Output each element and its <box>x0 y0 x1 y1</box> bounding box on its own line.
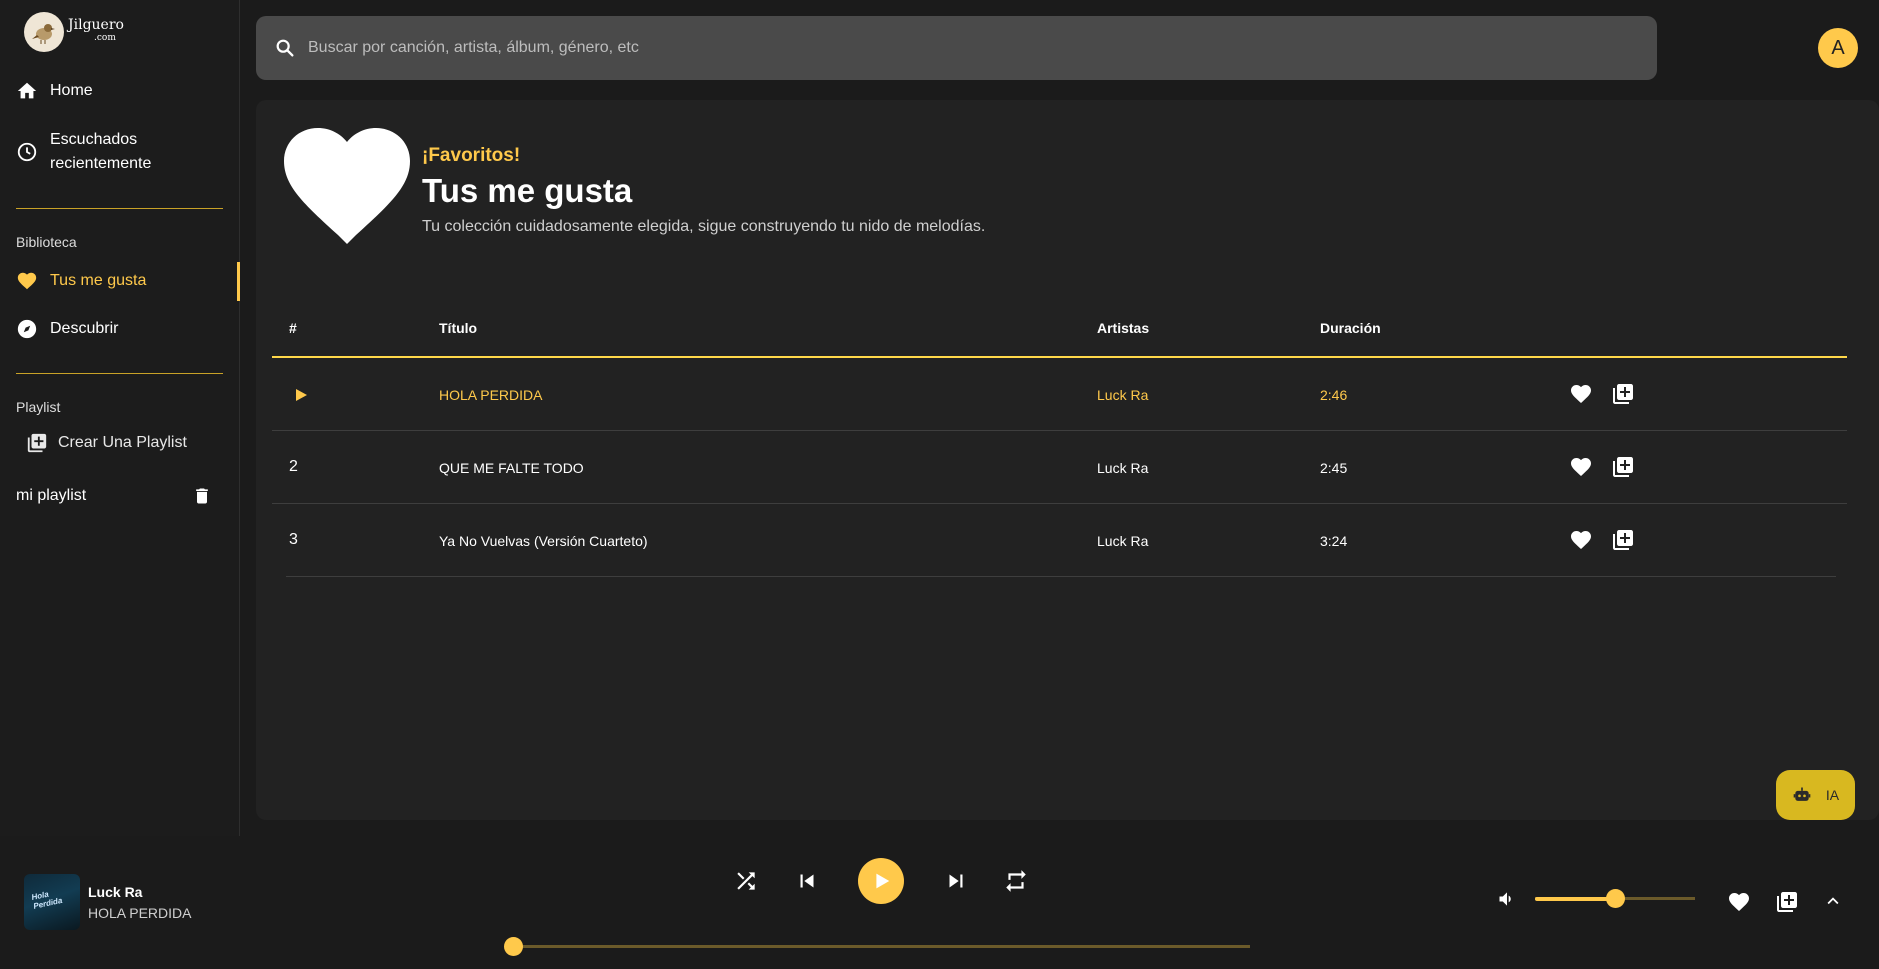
table-header: # Título Artistas Duración <box>272 310 1847 358</box>
brand-name: Jilguero .com <box>68 17 124 45</box>
playlist-add-icon[interactable] <box>1775 890 1799 914</box>
row-actions <box>1569 528 1635 552</box>
playlist-item[interactable]: mi playlist <box>16 486 212 506</box>
sidebar-divider <box>16 373 223 374</box>
heart-icon[interactable] <box>1569 382 1593 406</box>
brand-title: Jilguero <box>68 17 124 33</box>
track-artist[interactable]: Luck Ra <box>1097 533 1148 549</box>
heart-icon[interactable] <box>1569 455 1593 479</box>
row-actions <box>1569 382 1635 406</box>
skip-next-icon[interactable] <box>943 868 969 894</box>
cover-title: Hola Perdida <box>30 889 64 911</box>
playlist-item-label: mi playlist <box>16 487 87 504</box>
avatar[interactable]: A <box>1818 28 1858 68</box>
volume-icon[interactable] <box>1497 889 1517 909</box>
shuffle-icon[interactable] <box>733 868 759 894</box>
playlist-add-icon[interactable] <box>1611 528 1635 552</box>
chevron-up-icon[interactable] <box>1822 890 1844 912</box>
column-number: # <box>289 320 297 336</box>
column-artists: Artistas <box>1097 320 1150 336</box>
heart-icon <box>17 272 37 290</box>
progress-thumb[interactable] <box>504 937 523 956</box>
nav-home-label: Home <box>50 82 93 99</box>
volume-fill <box>1535 897 1615 901</box>
nav-liked-label: Tus me gusta <box>50 272 147 289</box>
nav-home[interactable]: Home <box>16 80 93 102</box>
column-title: Título <box>439 320 478 336</box>
bird-logo-icon <box>24 12 64 52</box>
skip-previous-icon[interactable] <box>794 868 820 894</box>
sidebar: Jilguero .com Home Escuchados recienteme… <box>0 0 240 836</box>
page-eyebrow: ¡Favoritos! <box>422 145 521 166</box>
progress-slider[interactable] <box>504 937 1250 956</box>
search-input[interactable] <box>308 39 1608 57</box>
track-number: 3 <box>289 531 298 548</box>
track-duration: 2:45 <box>1320 460 1348 476</box>
logo[interactable]: Jilguero .com <box>24 12 124 52</box>
track-artist[interactable]: Luck Ra <box>1097 460 1148 476</box>
volume-slider[interactable] <box>1535 889 1695 908</box>
ia-label: IA <box>1825 787 1840 803</box>
clock-icon <box>17 142 37 162</box>
playlist-add-icon[interactable] <box>1611 382 1635 406</box>
nav-liked[interactable]: Tus me gusta <box>16 270 146 292</box>
album-cover[interactable]: Hola Perdida <box>24 874 80 930</box>
now-playing-artist[interactable]: Luck Ra <box>88 884 142 900</box>
track-number: 2 <box>289 458 298 475</box>
table-row[interactable]: HOLA PERDIDA Luck Ra 2:46 <box>272 358 1847 431</box>
robot-icon <box>1793 787 1811 801</box>
track-artist[interactable]: Luck Ra <box>1097 387 1148 403</box>
trash-icon[interactable] <box>192 486 212 506</box>
brand-suffix: .com <box>94 33 116 43</box>
track-title: QUE ME FALTE TODO <box>439 460 584 476</box>
track-duration: 2:46 <box>1320 387 1348 403</box>
repeat-icon[interactable] <box>1003 868 1029 894</box>
sidebar-divider <box>16 208 223 209</box>
play-pause-button[interactable] <box>858 858 904 904</box>
track-duration: 3:24 <box>1320 533 1348 549</box>
table-row[interactable]: 3 Ya No Vuelvas (Versión Cuarteto) Luck … <box>286 504 1836 577</box>
favorites-heart-icon <box>284 128 410 244</box>
track-title: HOLA PERDIDA <box>439 387 543 403</box>
search-bar[interactable] <box>256 16 1657 80</box>
page-title: Tus me gusta <box>422 172 633 209</box>
nav-discover[interactable]: Descubrir <box>16 318 118 340</box>
now-playing-title: HOLA PERDIDA <box>88 905 192 921</box>
library-heading: Biblioteca <box>16 234 77 250</box>
play-icon <box>876 873 890 889</box>
nav-discover-label: Descubrir <box>50 320 119 337</box>
column-duration: Duración <box>1320 320 1381 336</box>
app-window: Jilguero .com Home Escuchados recienteme… <box>0 0 1879 969</box>
track-title: Ya No Vuelvas (Versión Cuarteto) <box>439 533 648 549</box>
heart-icon[interactable] <box>1569 528 1593 552</box>
player-bar: Hola Perdida Luck Ra HOLA PERDIDA <box>0 836 1879 969</box>
create-playlist-button[interactable]: Crear Una Playlist <box>26 432 187 454</box>
ia-assistant-button[interactable]: IA <box>1776 770 1855 820</box>
play-icon[interactable] <box>294 388 308 402</box>
row-actions <box>1569 455 1635 479</box>
active-indicator <box>237 262 240 301</box>
search-icon <box>276 39 294 57</box>
playlist-add-icon <box>27 433 47 453</box>
compass-icon <box>17 319 37 339</box>
volume-thumb[interactable] <box>1606 889 1625 908</box>
table-row[interactable]: 2 QUE ME FALTE TODO Luck Ra 2:45 <box>272 431 1847 504</box>
heart-icon[interactable] <box>1727 890 1751 914</box>
tracks-table: # Título Artistas Duración HOLA PERDIDA … <box>272 310 1847 577</box>
nav-recent-label: Escuchados recientemente <box>50 131 152 172</box>
playlist-add-icon[interactable] <box>1611 455 1635 479</box>
home-icon <box>17 82 37 99</box>
page-subtitle: Tu colección cuidadosamente elegida, sig… <box>422 218 986 235</box>
create-playlist-label: Crear Una Playlist <box>58 434 187 451</box>
playlist-heading: Playlist <box>16 399 61 415</box>
nav-recent[interactable]: Escuchados recientemente <box>16 128 170 176</box>
